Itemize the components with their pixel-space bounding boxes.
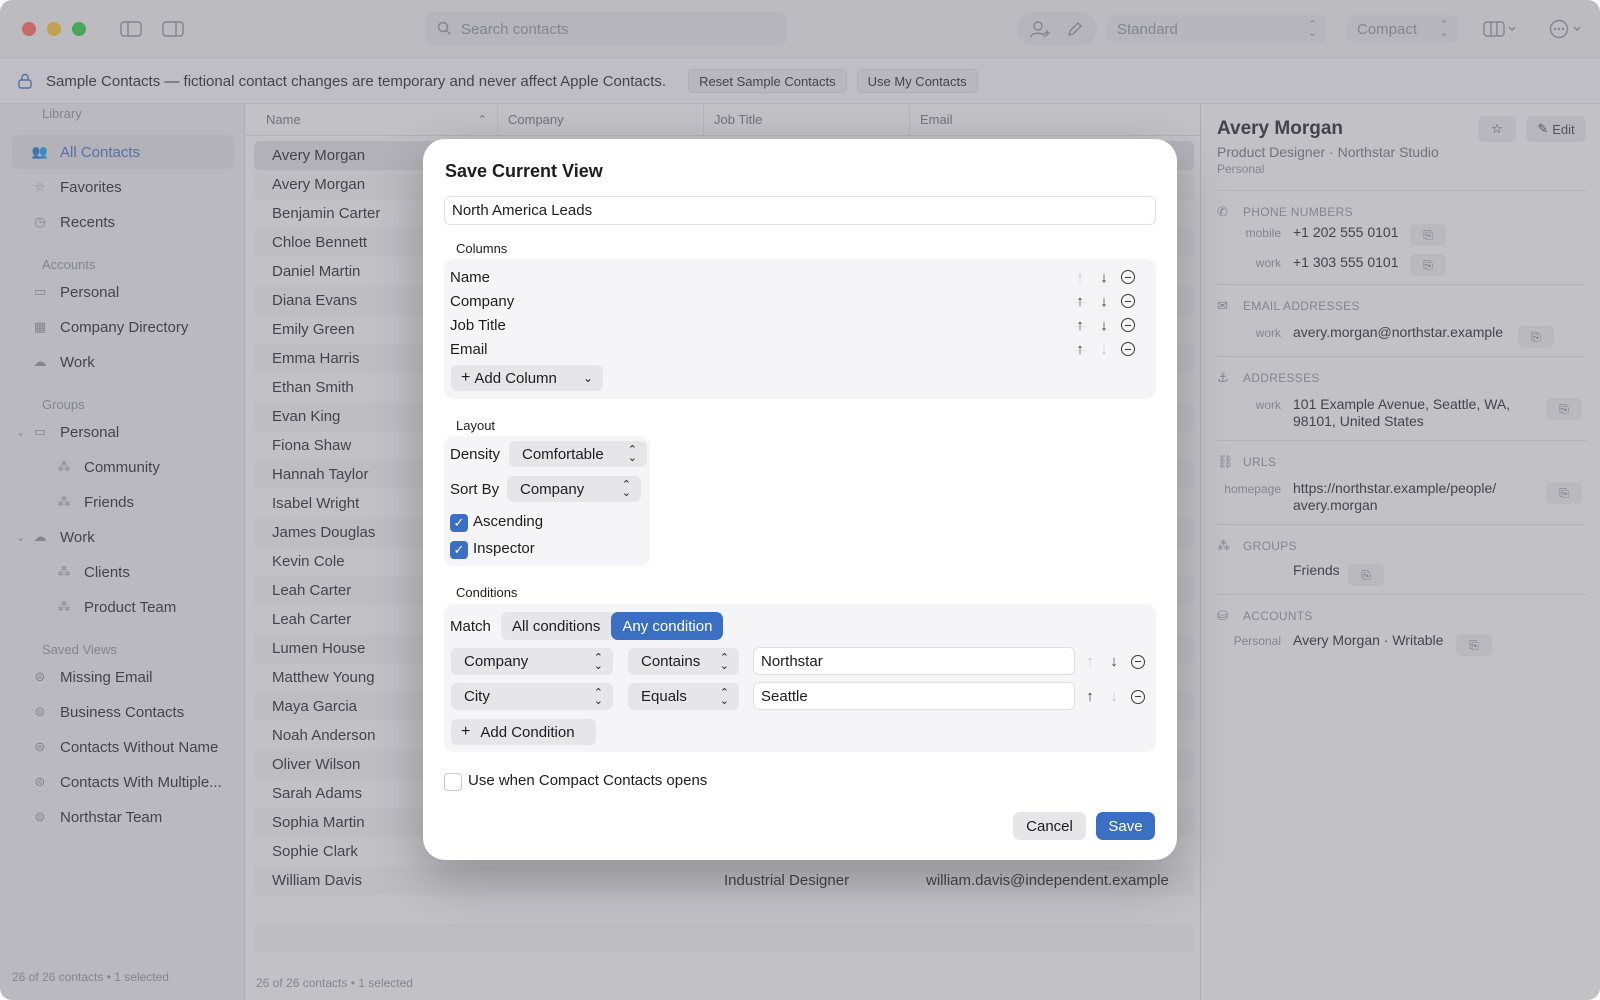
- conditions-panel: Match All conditions Any condition Compa…: [444, 604, 1156, 752]
- condition-field-value: Company: [464, 653, 529, 670]
- sort-by-label: Sort By: [450, 481, 500, 498]
- column-row-label: Name: [450, 268, 491, 286]
- updown-chevron-icon: ⌃ ⌄: [719, 651, 729, 672]
- density-label: Density: [450, 446, 501, 463]
- match-label: Match: [450, 618, 491, 635]
- sort-by-select[interactable]: Company ⌃ ⌄: [507, 476, 641, 502]
- chevron-down-icon: ⌄: [582, 371, 593, 385]
- column-row: Company ↑ ↓: [450, 289, 1140, 313]
- inspector-checkbox[interactable]: ✓: [450, 541, 468, 559]
- minus-circle-icon: [1121, 318, 1135, 332]
- density-select[interactable]: Comfortable ⌃ ⌄: [509, 441, 647, 467]
- view-name-input[interactable]: [444, 196, 1156, 225]
- condition-operator-value: Equals: [641, 688, 687, 705]
- move-up-icon[interactable]: ↑: [1078, 653, 1102, 670]
- add-column-label: Add Column: [474, 369, 557, 387]
- app-window: Search contacts Standard ⌃ ⌄ Compact ⌃ ⌄ S…: [0, 0, 1600, 1000]
- move-down-icon[interactable]: ↓: [1102, 653, 1126, 670]
- updown-chevron-icon: ⌃ ⌄: [627, 444, 637, 464]
- save-button[interactable]: Save: [1096, 812, 1155, 840]
- column-row: Job Title ↑ ↓: [450, 313, 1140, 337]
- sort-value: Company: [520, 480, 585, 498]
- column-row-label: Company: [450, 292, 515, 310]
- use-on-open-checkbox[interactable]: [444, 773, 462, 791]
- minus-circle-icon: [1131, 689, 1145, 704]
- move-down-icon[interactable]: ↓: [1102, 688, 1126, 705]
- inspector-label: Inspector: [473, 540, 535, 557]
- columns-panel: Name ↑ ↓ Company ↑ ↓ Job Title ↑ ↓ Email ↑ ↓ + Add …: [444, 259, 1156, 399]
- use-on-open-label: Use when Compact Contacts opens: [468, 772, 708, 789]
- add-condition-label: Add Condition: [480, 723, 575, 741]
- save-view-dialog: Save Current View Columns Name↑↓Company↑…: [423, 139, 1177, 860]
- minus-circle-icon: [1121, 270, 1135, 284]
- add-condition-button[interactable]: + Add Condition: [451, 719, 596, 745]
- column-row: Name ↑ ↓: [450, 265, 1140, 289]
- move-up-icon[interactable]: ↑: [1078, 688, 1102, 705]
- layout-panel: Density Comfortable ⌃ ⌄ Sort By Company ⌃…: [444, 436, 650, 566]
- updown-chevron-icon: ⌃ ⌄: [593, 651, 603, 672]
- condition-field-select[interactable]: City ⌃ ⌄: [451, 683, 613, 710]
- remove-icon[interactable]: [1126, 654, 1150, 670]
- conditions-section-label: Conditions: [456, 585, 518, 600]
- ascending-label: Ascending: [473, 513, 544, 530]
- condition-value-input[interactable]: [753, 682, 1075, 710]
- plus-icon: +: [461, 723, 471, 740]
- minus-circle-icon: [1121, 342, 1135, 356]
- match-all-conditions[interactable]: All conditions: [501, 612, 611, 640]
- condition-value-input[interactable]: [753, 647, 1075, 675]
- move-up-icon[interactable]: ↑: [1068, 269, 1092, 286]
- move-down-icon[interactable]: ↓: [1092, 341, 1116, 358]
- remove-icon[interactable]: [1116, 269, 1140, 285]
- column-row-label: Email: [450, 340, 488, 358]
- minus-circle-icon: [1131, 654, 1145, 669]
- updown-chevron-icon: ⌃ ⌄: [621, 479, 631, 499]
- move-down-icon[interactable]: ↓: [1092, 269, 1116, 286]
- move-up-icon[interactable]: ↑: [1068, 341, 1092, 358]
- match-any-condition[interactable]: Any condition: [611, 612, 724, 640]
- columns-section-label: Columns: [456, 241, 508, 256]
- remove-icon[interactable]: [1116, 293, 1140, 309]
- condition-field-select[interactable]: Company ⌃ ⌄: [451, 648, 613, 675]
- remove-icon[interactable]: [1126, 689, 1150, 705]
- minus-circle-icon: [1121, 294, 1135, 308]
- condition-field-value: City: [464, 688, 490, 705]
- column-row: Email ↑ ↓: [450, 337, 1140, 361]
- remove-icon[interactable]: [1116, 317, 1140, 333]
- ascending-checkbox[interactable]: ✓: [450, 514, 468, 532]
- condition-operator-select[interactable]: Contains ⌃ ⌄: [628, 648, 739, 675]
- condition-operator-select[interactable]: Equals ⌃ ⌄: [628, 683, 739, 710]
- dialog-title: Save Current View: [445, 161, 603, 181]
- density-value: Comfortable: [522, 445, 604, 463]
- move-down-icon[interactable]: ↓: [1092, 293, 1116, 310]
- condition-operator-value: Contains: [641, 653, 701, 670]
- cancel-button[interactable]: Cancel: [1013, 812, 1086, 840]
- add-column-button[interactable]: + Add Column ⌄: [451, 365, 603, 391]
- remove-icon[interactable]: [1116, 341, 1140, 357]
- updown-chevron-icon: ⌃ ⌄: [593, 686, 603, 707]
- updown-chevron-icon: ⌃ ⌄: [719, 686, 729, 707]
- match-segmented-control: All conditions Any condition: [501, 612, 724, 640]
- plus-icon: +: [461, 369, 471, 386]
- move-up-icon[interactable]: ↑: [1068, 317, 1092, 334]
- column-row-label: Job Title: [450, 316, 506, 334]
- move-down-icon[interactable]: ↓: [1092, 317, 1116, 334]
- layout-section-label: Layout: [456, 418, 496, 433]
- move-up-icon[interactable]: ↑: [1068, 293, 1092, 310]
